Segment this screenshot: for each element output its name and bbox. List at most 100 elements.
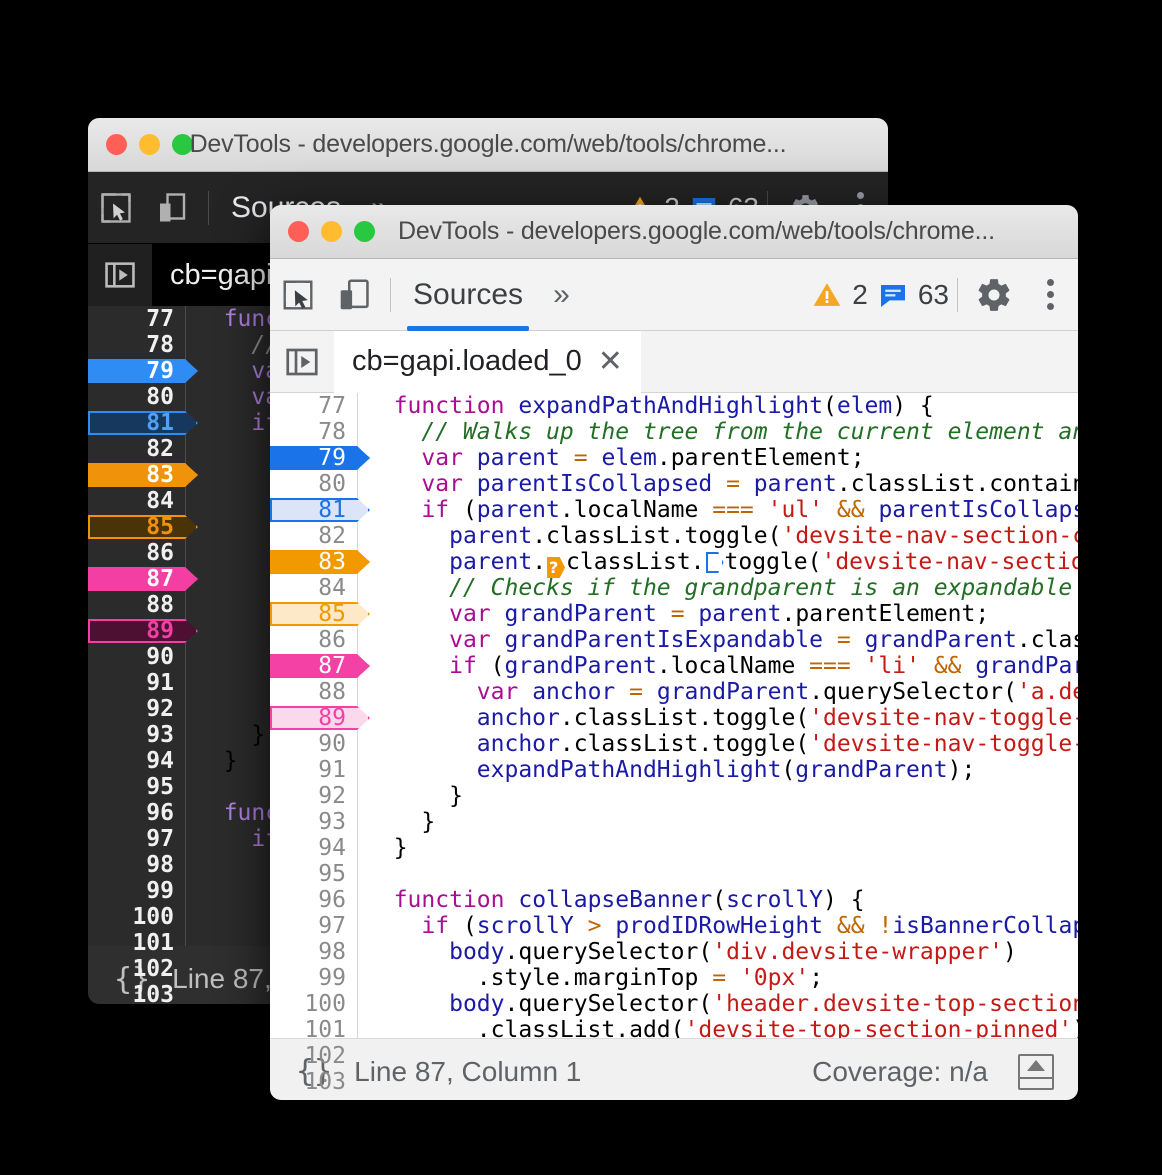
- back-titlebar[interactable]: DevTools - developers.google.com/web/too…: [88, 118, 888, 172]
- front-panel-tab-sources[interactable]: Sources: [399, 259, 537, 331]
- back-traffic-lights[interactable]: [106, 134, 193, 155]
- gutter-line-102[interactable]: 102: [88, 956, 185, 982]
- front-traffic-lights[interactable]: [288, 221, 375, 242]
- minimize-window-button[interactable]: [321, 221, 342, 242]
- gutter-line-82[interactable]: 82: [270, 523, 357, 549]
- code-line[interactable]: .style.marginTop = '0px';: [366, 965, 1078, 991]
- device-toolbar-icon[interactable]: [144, 180, 200, 236]
- kebab-menu-icon[interactable]: [1022, 267, 1078, 323]
- gutter-line-97[interactable]: 97: [88, 826, 185, 852]
- gutter-line-84[interactable]: 84: [270, 575, 357, 601]
- gutter-line-100[interactable]: 100: [270, 991, 357, 1017]
- code-line[interactable]: var grandParentIsExpandable = grandParen…: [366, 627, 1078, 653]
- code-line[interactable]: if (grandParent.localName === 'li' && gr…: [366, 653, 1078, 679]
- show-navigator-icon[interactable]: [88, 244, 152, 306]
- gutter-line-88[interactable]: 88: [270, 679, 357, 705]
- gutter-line-90[interactable]: 90: [270, 731, 357, 757]
- code-line[interactable]: anchor.classList.toggle('devsite-nav-tog…: [366, 705, 1078, 731]
- gutter-line-77[interactable]: 77: [88, 306, 185, 332]
- code-line[interactable]: if (parent.localName === 'ul' && parentI…: [366, 497, 1078, 523]
- gutter-line-94[interactable]: 94: [270, 835, 357, 861]
- front-devtools-toolbar[interactable]: Sources » 2 63: [270, 259, 1078, 331]
- gutter-line-83[interactable]: ?83: [88, 462, 185, 488]
- front-status-bar[interactable]: {} Line 87, Column 1 Coverage: n/a: [270, 1038, 1078, 1100]
- gutter-line-77[interactable]: 77: [270, 393, 357, 419]
- code-line[interactable]: // Checks if the grandparent is an expan…: [366, 575, 1078, 601]
- gutter-line-92[interactable]: 92: [88, 696, 185, 722]
- code-line[interactable]: body.querySelector('div.devsite-wrapper'…: [366, 939, 1078, 965]
- code-line[interactable]: parent.?classList.toggle('devsite-nav-se…: [366, 549, 1078, 575]
- gutter-line-84[interactable]: 84: [88, 488, 185, 514]
- gutter-line-86[interactable]: 86: [88, 540, 185, 566]
- gutter-line-89[interactable]: ··89: [270, 705, 357, 731]
- gutter-line-98[interactable]: 98: [270, 939, 357, 965]
- code-line[interactable]: }: [366, 835, 1078, 861]
- gear-icon[interactable]: [966, 267, 1022, 323]
- code-line[interactable]: anchor.classList.toggle('devsite-nav-tog…: [366, 731, 1078, 757]
- show-navigator-icon[interactable]: [270, 331, 334, 393]
- gutter-line-100[interactable]: 100: [88, 904, 185, 930]
- gutter-line-97[interactable]: 97: [270, 913, 357, 939]
- gutter-line-86[interactable]: 86: [270, 627, 357, 653]
- front-file-tab[interactable]: cb=gapi.loaded_0 ✕: [334, 331, 641, 393]
- front-code-area[interactable]: function expandPathAndHighlight(elem) { …: [358, 393, 1078, 1038]
- gutter-line-93[interactable]: 93: [270, 809, 357, 835]
- gutter-line-93[interactable]: 93: [88, 722, 185, 748]
- gutter-line-83[interactable]: ?83: [270, 549, 357, 575]
- code-line[interactable]: .classList.add('devsite-top-section-pinn…: [366, 1017, 1078, 1038]
- front-titlebar[interactable]: DevTools - developers.google.com/web/too…: [270, 205, 1078, 259]
- code-line[interactable]: var parent = elem.parentElement;: [366, 445, 1078, 471]
- code-line[interactable]: body.querySelector('header.devsite-top-s…: [366, 991, 1078, 1017]
- code-line[interactable]: var grandParent = parent.parentElement;: [366, 601, 1078, 627]
- gutter-line-101[interactable]: 101: [270, 1017, 357, 1043]
- front-editor[interactable]: 777879808182?8384?8586··8788··8990919293…: [270, 393, 1078, 1038]
- maximize-window-button[interactable]: [172, 134, 193, 155]
- code-line[interactable]: parent.classList.toggle('devsite-nav-sec…: [366, 523, 1078, 549]
- code-line[interactable]: }: [366, 809, 1078, 835]
- gutter-line-101[interactable]: 101: [88, 930, 185, 956]
- gutter-line-85[interactable]: ?85: [270, 601, 357, 627]
- front-more-panels-icon[interactable]: »: [537, 278, 582, 312]
- gutter-line-103[interactable]: 103: [270, 1069, 357, 1095]
- code-line[interactable]: }: [366, 783, 1078, 809]
- inspect-cursor-icon[interactable]: [270, 267, 326, 323]
- gutter-line-90[interactable]: 90: [88, 644, 185, 670]
- devtools-window-front[interactable]: DevTools - developers.google.com/web/too…: [270, 205, 1078, 1100]
- gutter-line-81[interactable]: 81: [270, 497, 357, 523]
- code-line[interactable]: var parentIsCollapsed = parent.classList…: [366, 471, 1078, 497]
- gutter-line-103[interactable]: 103: [88, 982, 185, 1004]
- gutter-line-80[interactable]: 80: [270, 471, 357, 497]
- gutter-line-80[interactable]: 80: [88, 384, 185, 410]
- gutter-line-94[interactable]: 94: [88, 748, 185, 774]
- show-drawer-icon[interactable]: [1018, 1054, 1078, 1090]
- front-gutter[interactable]: 777879808182?8384?8586··8788··8990919293…: [270, 393, 358, 1038]
- gutter-line-79[interactable]: 79: [270, 445, 357, 471]
- gutter-line-91[interactable]: 91: [88, 670, 185, 696]
- gutter-line-79[interactable]: 79: [88, 358, 185, 384]
- gutter-line-92[interactable]: 92: [270, 783, 357, 809]
- gutter-line-88[interactable]: 88: [88, 592, 185, 618]
- maximize-window-button[interactable]: [354, 221, 375, 242]
- code-line[interactable]: [366, 861, 1078, 887]
- gutter-line-87[interactable]: ··87: [270, 653, 357, 679]
- gutter-line-102[interactable]: 102: [270, 1043, 357, 1069]
- gutter-line-78[interactable]: 78: [88, 332, 185, 358]
- code-line[interactable]: var anchor = grandParent.querySelector('…: [366, 679, 1078, 705]
- close-window-button[interactable]: [288, 221, 309, 242]
- gutter-line-95[interactable]: 95: [270, 861, 357, 887]
- gutter-line-85[interactable]: ?85: [88, 514, 185, 540]
- minimize-window-button[interactable]: [139, 134, 160, 155]
- code-line[interactable]: expandPathAndHighlight(grandParent);: [366, 757, 1078, 783]
- inspect-cursor-icon[interactable]: [88, 180, 144, 236]
- gutter-line-98[interactable]: 98: [88, 852, 185, 878]
- logpoint-chip[interactable]: [706, 552, 724, 573]
- gutter-line-82[interactable]: 82: [88, 436, 185, 462]
- gutter-line-95[interactable]: 95: [88, 774, 185, 800]
- gutter-line-99[interactable]: 99: [88, 878, 185, 904]
- code-line[interactable]: function expandPathAndHighlight(elem) {: [366, 393, 1078, 419]
- close-window-button[interactable]: [106, 134, 127, 155]
- gutter-line-96[interactable]: 96: [88, 800, 185, 826]
- code-line[interactable]: // Walks up the tree from the current el…: [366, 419, 1078, 445]
- gutter-line-91[interactable]: 91: [270, 757, 357, 783]
- gutter-line-81[interactable]: 81: [88, 410, 185, 436]
